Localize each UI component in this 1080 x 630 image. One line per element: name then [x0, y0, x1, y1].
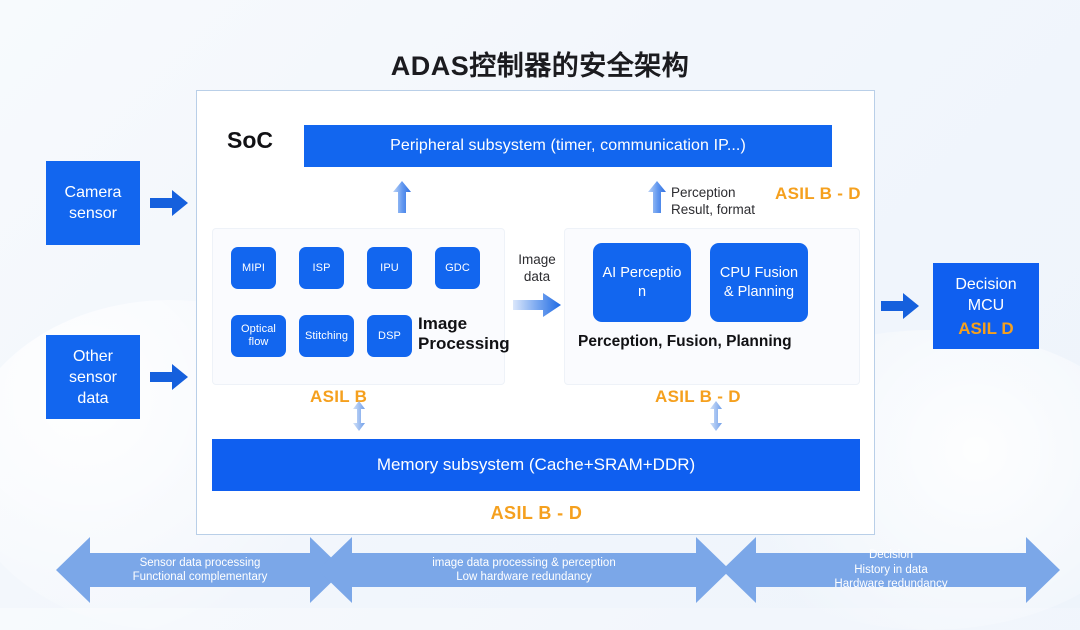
soc-container: SoC Peripheral subsystem (timer, communi… [196, 90, 875, 535]
page-title: ADAS控制器的安全架构 [390, 51, 690, 81]
image-processing-panel: MIPI ISP IPU GDC Optical flow Stitching … [212, 228, 510, 385]
chip-gdc: GDC [435, 247, 480, 289]
slide-canvas: ADAS控制器的安全架构 Camera sensor Other sensor … [0, 0, 1080, 630]
bidirectional-arrow-left-icon [352, 401, 366, 431]
chip-dsp: DSP [367, 315, 412, 357]
camera-sensor-box: Camera sensor [46, 161, 140, 245]
image-data-arrow-icon [513, 293, 561, 317]
chip-mipi: MIPI [231, 247, 276, 289]
image-data-label: Image data [518, 252, 556, 284]
perception-panel-caption: Perception, Fusion, Planning [578, 333, 792, 350]
decision-mcu-box: Decision MCU ASIL D [933, 263, 1039, 349]
chip-optical-flow: Optical flow [231, 315, 286, 357]
banner-sensor-data-processing: Sensor data processing Functional comple… [56, 537, 344, 603]
perception-fusion-panel: AI Perceptio n CPU Fusion & Planning Per… [564, 228, 860, 385]
chip-ipu: IPU [367, 247, 412, 289]
up-arrow-image-processing-icon [393, 181, 411, 213]
memory-subsystem-bar: Memory subsystem (Cache+SRAM+DDR) [212, 439, 860, 491]
up-arrow-perception-icon [648, 181, 666, 213]
asil-label-memory: ASIL B - D [490, 503, 583, 523]
chip-cpu-fusion-planning: CPU Fusion & Planning [710, 243, 808, 322]
decision-mcu-label: Decision MCU [955, 275, 1017, 314]
chip-ai-perception: AI Perceptio n [593, 243, 691, 322]
soc-label: SoC [227, 127, 273, 153]
asil-label-perception: ASIL B - D [655, 387, 741, 406]
other-sensor-to-soc-arrow-icon [150, 364, 188, 390]
chip-stitching: Stitching [299, 315, 354, 357]
soc-to-decision-arrow-icon [881, 293, 919, 319]
banner-decision: Decision History in data Hardware redund… [722, 537, 1060, 603]
bidirectional-arrow-right-icon [709, 401, 723, 431]
asil-label-decision-mcu: ASIL D [958, 318, 1014, 338]
banner-image-data-processing: image data processing & perception Low h… [318, 537, 730, 603]
other-sensor-box: Other sensor data [46, 335, 140, 419]
chip-isp: ISP [299, 247, 344, 289]
image-processing-caption: Image Processing [418, 314, 510, 353]
perception-result-note: Perception Result, format [671, 185, 756, 217]
asil-label-peripheral: ASIL B - D [775, 184, 861, 203]
peripheral-subsystem-bar: Peripheral subsystem (timer, communicati… [304, 125, 832, 167]
camera-to-soc-arrow-icon [150, 190, 188, 216]
